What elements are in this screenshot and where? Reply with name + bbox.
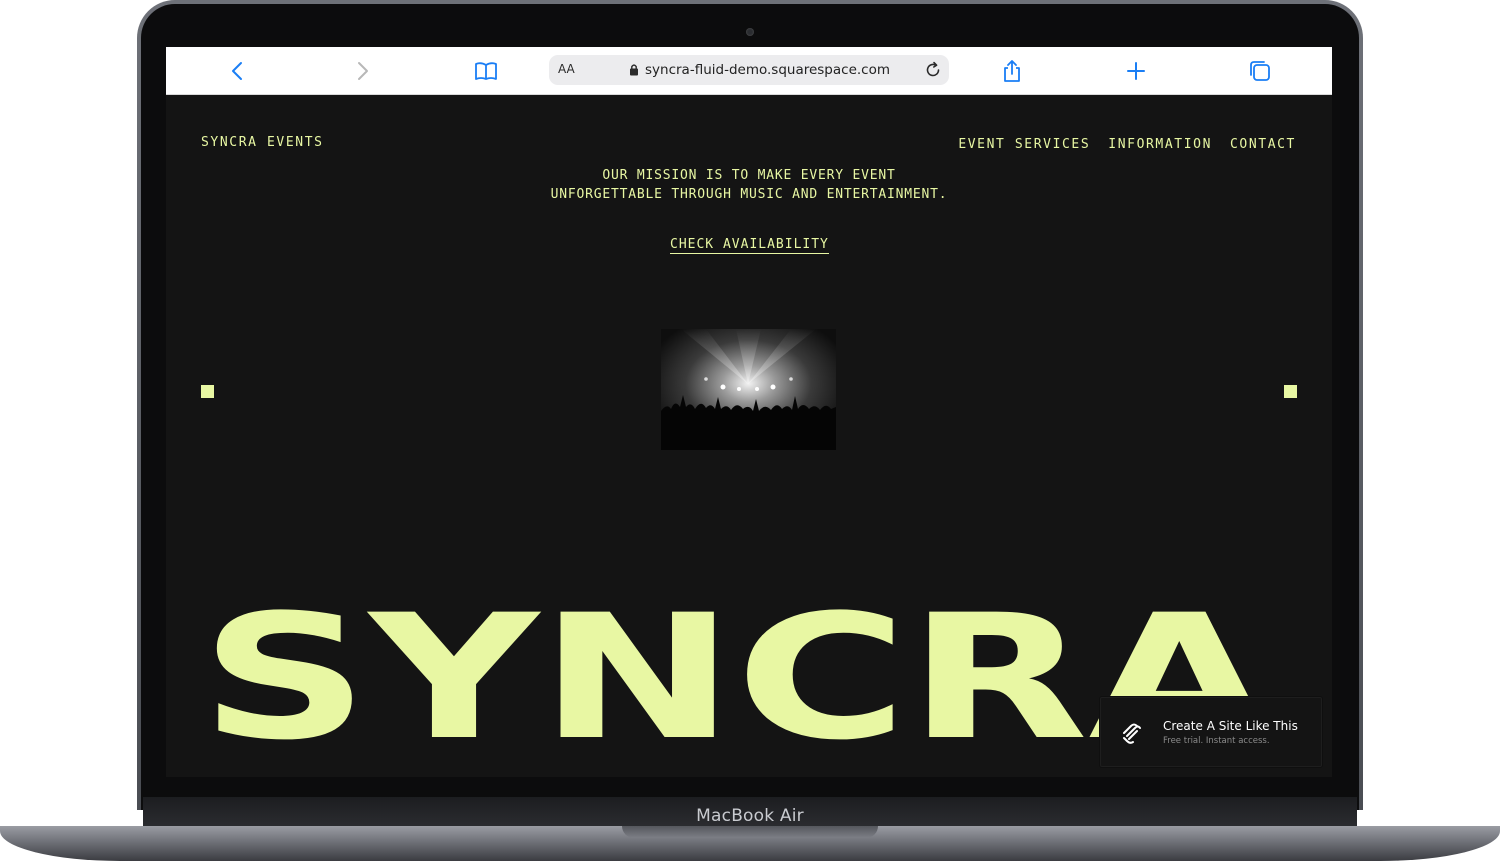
nav-information[interactable]: INFORMATION: [1108, 137, 1212, 152]
chevron-right-icon[interactable]: [350, 59, 374, 83]
url-text: syncra-fluid-demo.squarespace.com: [645, 62, 891, 78]
chevron-left-icon[interactable]: [226, 59, 250, 83]
check-availability-link[interactable]: CHECK AVAILABILITY: [670, 237, 829, 254]
nav-contact[interactable]: CONTACT: [1230, 137, 1296, 152]
address-bar[interactable]: AA syncra-fluid-demo.squarespace.com: [549, 55, 949, 85]
slider-prev-indicator[interactable]: [201, 385, 214, 398]
squarespace-logo-icon: [1123, 723, 1141, 744]
share-icon[interactable]: [1000, 59, 1024, 83]
reload-icon[interactable]: [923, 60, 943, 80]
site-brand-link[interactable]: SYNCRA EVENTS: [201, 135, 324, 150]
browser-screen: AA syncra-fluid-demo.squarespace.com SYN…: [166, 47, 1332, 777]
concert-crowd-photo: [661, 329, 836, 450]
browser-toolbar: AA syncra-fluid-demo.squarespace.com: [166, 47, 1332, 95]
site-nav: EVENT SERVICES INFORMATION CONTACT: [958, 137, 1296, 152]
create-site-badge[interactable]: Create A Site Like This Free trial. Inst…: [1100, 697, 1322, 767]
camera-icon: [746, 28, 754, 36]
badge-title: Create A Site Like This: [1163, 719, 1298, 733]
nav-event-services[interactable]: EVENT SERVICES: [958, 137, 1090, 152]
book-icon[interactable]: [474, 59, 498, 83]
website-page: SYNCRA EVENTS EVENT SERVICES INFORMATION…: [166, 95, 1332, 777]
mission-statement: OUR MISSION IS TO MAKE EVERY EVENT UNFOR…: [550, 168, 948, 202]
text-size-button[interactable]: AA: [558, 62, 575, 76]
lock-icon: [630, 64, 638, 76]
badge-subtitle: Free trial. Instant access.: [1163, 736, 1270, 746]
tabs-icon[interactable]: [1248, 59, 1272, 83]
device-label: MacBook Air: [696, 806, 804, 826]
laptop-notch: [622, 826, 878, 838]
slider-next-indicator[interactable]: [1284, 385, 1297, 398]
plus-icon[interactable]: [1124, 59, 1148, 83]
